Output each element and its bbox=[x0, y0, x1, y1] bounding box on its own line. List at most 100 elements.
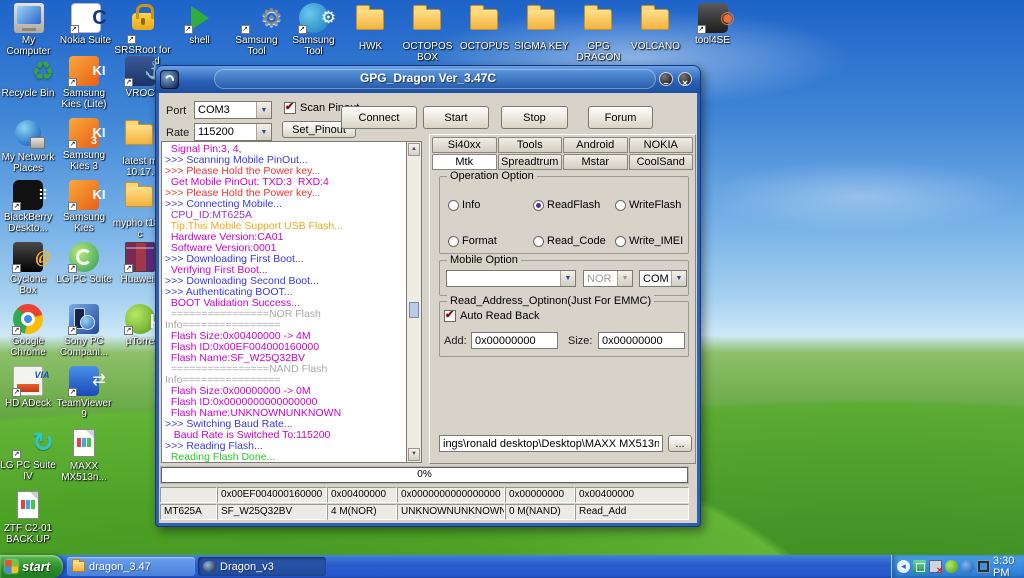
status-cell: 0 M(NAND) bbox=[505, 504, 575, 520]
desktop-icon[interactable]: LG PC Suite IV bbox=[0, 428, 58, 490]
combo-arrow-icon[interactable] bbox=[256, 102, 271, 118]
desktop-icon-art bbox=[13, 3, 44, 33]
shortcut-arrow-icon bbox=[126, 35, 136, 44]
desktop-icon-label: Samsung Tool bbox=[235, 35, 278, 57]
desktop-icon[interactable]: Samsung Kies 3 bbox=[56, 118, 114, 180]
task-icon bbox=[203, 561, 216, 572]
desktop-icon[interactable]: VOLCANO bbox=[627, 3, 684, 67]
desktop-icon-art bbox=[12, 242, 58, 273]
tray-nokia-icon[interactable] bbox=[961, 560, 974, 573]
tab[interactable]: Mstar bbox=[563, 154, 628, 170]
tab[interactable]: Android bbox=[563, 137, 628, 153]
radio-option[interactable]: WriteFlash bbox=[615, 187, 695, 223]
add-label: Add: bbox=[444, 335, 467, 347]
desktop-icon[interactable]: Samsung Kies bbox=[56, 180, 114, 242]
tray-usb-icon[interactable] bbox=[913, 560, 926, 573]
start-button-taskbar[interactable]: start bbox=[0, 555, 63, 578]
tab[interactable]: Mtk bbox=[432, 154, 497, 170]
tab[interactable]: NOKIA bbox=[628, 137, 693, 153]
start-button[interactable]: Start bbox=[423, 106, 489, 129]
rate-combobox[interactable]: 115200 bbox=[194, 123, 272, 141]
operation-option-title: Operation Option bbox=[447, 170, 537, 182]
desktop-icon[interactable]: tool4SE bbox=[684, 3, 743, 67]
desktop-icon-art bbox=[124, 242, 155, 273]
size-input[interactable] bbox=[598, 332, 685, 349]
tray-display-icon[interactable] bbox=[977, 560, 990, 573]
browse-button[interactable]: ... bbox=[668, 435, 692, 452]
scroll-up-icon[interactable] bbox=[408, 143, 420, 156]
desktop-icon-label: Cyclone Box bbox=[9, 274, 47, 296]
desktop-icon[interactable]: Samsung Tool bbox=[285, 3, 344, 67]
tray-network-error-icon[interactable] bbox=[929, 560, 943, 575]
combo-arrow-icon[interactable] bbox=[617, 271, 632, 286]
mobile-model-combobox[interactable] bbox=[446, 270, 576, 287]
radio-option[interactable]: Read_Code bbox=[533, 223, 615, 259]
desktop-icon[interactable]: Recycle Bin bbox=[0, 56, 58, 118]
desktop-icon[interactable]: Samsung Kies (Lite) bbox=[56, 56, 114, 118]
combo-arrow-icon[interactable] bbox=[256, 124, 271, 140]
flash-type-combobox[interactable]: NOR bbox=[583, 270, 633, 287]
desktop-icon-label: OCTOPUS bbox=[459, 41, 510, 52]
close-button[interactable] bbox=[678, 72, 692, 86]
auto-read-back-checkbox[interactable]: Auto Read Back bbox=[444, 308, 540, 322]
flash-type-value: NOR bbox=[587, 272, 612, 285]
desktop-icon[interactable]: SIGMA KEY bbox=[513, 3, 570, 67]
desktop-icon[interactable]: GPG DRAGON bbox=[570, 3, 627, 67]
connect-button[interactable]: Connect bbox=[341, 106, 417, 129]
desktop-icon-label: shell bbox=[189, 35, 210, 46]
tray-hide-chevron-icon[interactable] bbox=[897, 560, 910, 573]
stop-button[interactable]: Stop bbox=[501, 106, 568, 129]
mobile-option-title: Mobile Option bbox=[447, 254, 521, 266]
desktop-icon[interactable]: Samsung Tool bbox=[228, 3, 286, 67]
minimize-button[interactable] bbox=[659, 72, 673, 86]
tab[interactable]: Si40xx bbox=[432, 137, 497, 153]
radio-option[interactable]: ReadFlash bbox=[533, 187, 615, 223]
desktop-icon[interactable]: LG PC Suite bbox=[56, 242, 112, 304]
taskbar-task[interactable]: Dragon_v3 bbox=[198, 557, 326, 576]
desktop-icon-art bbox=[13, 491, 43, 521]
desktop-icon[interactable]: MAXX MX513n... bbox=[56, 428, 112, 490]
radio-icon bbox=[448, 199, 459, 211]
file-path-input[interactable] bbox=[439, 435, 663, 452]
radio-option[interactable]: Info bbox=[448, 187, 533, 223]
add-input[interactable] bbox=[471, 332, 558, 349]
desktop-icon[interactable]: ZTF C2-01 BACK.UP bbox=[0, 490, 56, 552]
port-combobox[interactable]: COM3 bbox=[194, 101, 272, 119]
desktop-icon[interactable]: BlackBerry Deskto... bbox=[0, 180, 58, 242]
log-scrollbar[interactable] bbox=[406, 141, 422, 463]
desktop-icon[interactable]: OCTOPOS BOX bbox=[399, 3, 456, 67]
scroll-down-icon[interactable] bbox=[408, 448, 420, 461]
radio-label: Write_IMEI bbox=[629, 235, 684, 247]
status-cell: 0x00400000 bbox=[575, 487, 689, 503]
shortcut-arrow-icon bbox=[12, 326, 21, 335]
desktop-icon[interactable]: shell bbox=[171, 3, 228, 67]
desktop-icon-art bbox=[412, 5, 443, 39]
connection-combobox[interactable]: COM bbox=[639, 270, 687, 287]
shortcut-arrow-icon bbox=[69, 25, 79, 34]
desktop-icon-label: LG PC Suite bbox=[56, 274, 112, 285]
scrollbar-thumb[interactable] bbox=[409, 302, 419, 318]
status-cell: UNKNOWNUNKNOWN bbox=[397, 504, 505, 520]
desktop-icon[interactable]: HD ADeck bbox=[0, 366, 56, 428]
desktop-icon-label: LG PC Suite IV bbox=[0, 460, 56, 482]
radio-option[interactable]: Write_IMEI bbox=[615, 223, 695, 259]
taskbar-task[interactable]: dragon_3.47 bbox=[67, 557, 195, 576]
desktop-icon[interactable]: OCTOPUS bbox=[456, 3, 513, 67]
tab[interactable]: Spreadtrum bbox=[497, 154, 562, 170]
log-output[interactable]: Signal Pin:3, 4, >>> Scanning Mobile Pin… bbox=[161, 141, 406, 463]
combo-arrow-icon[interactable] bbox=[671, 271, 686, 286]
desktop-icon[interactable]: HWK bbox=[342, 3, 399, 67]
tab[interactable]: Tools bbox=[497, 137, 562, 153]
desktop-icon[interactable]: TeamViewer 9 bbox=[56, 366, 114, 428]
tab[interactable]: CoolSand bbox=[628, 154, 693, 170]
desktop-icon[interactable]: Sony PC Compani... bbox=[56, 304, 112, 366]
desktop-icon[interactable]: Google Chrome bbox=[0, 304, 56, 366]
tray-safely-remove-icon[interactable] bbox=[945, 560, 958, 573]
forum-button[interactable]: Forum bbox=[588, 106, 653, 129]
desktop-icon[interactable]: My Network Places bbox=[0, 118, 56, 180]
desktop-icon[interactable]: Cyclone Box bbox=[0, 242, 58, 304]
window-titlebar[interactable]: GPG_Dragon Ver_3.47C bbox=[156, 66, 700, 93]
desktop-icon-glyph bbox=[17, 491, 39, 519]
desktop-icon-label: ZTF C2-01 BACK.UP bbox=[3, 523, 53, 545]
combo-arrow-icon[interactable] bbox=[560, 271, 575, 286]
